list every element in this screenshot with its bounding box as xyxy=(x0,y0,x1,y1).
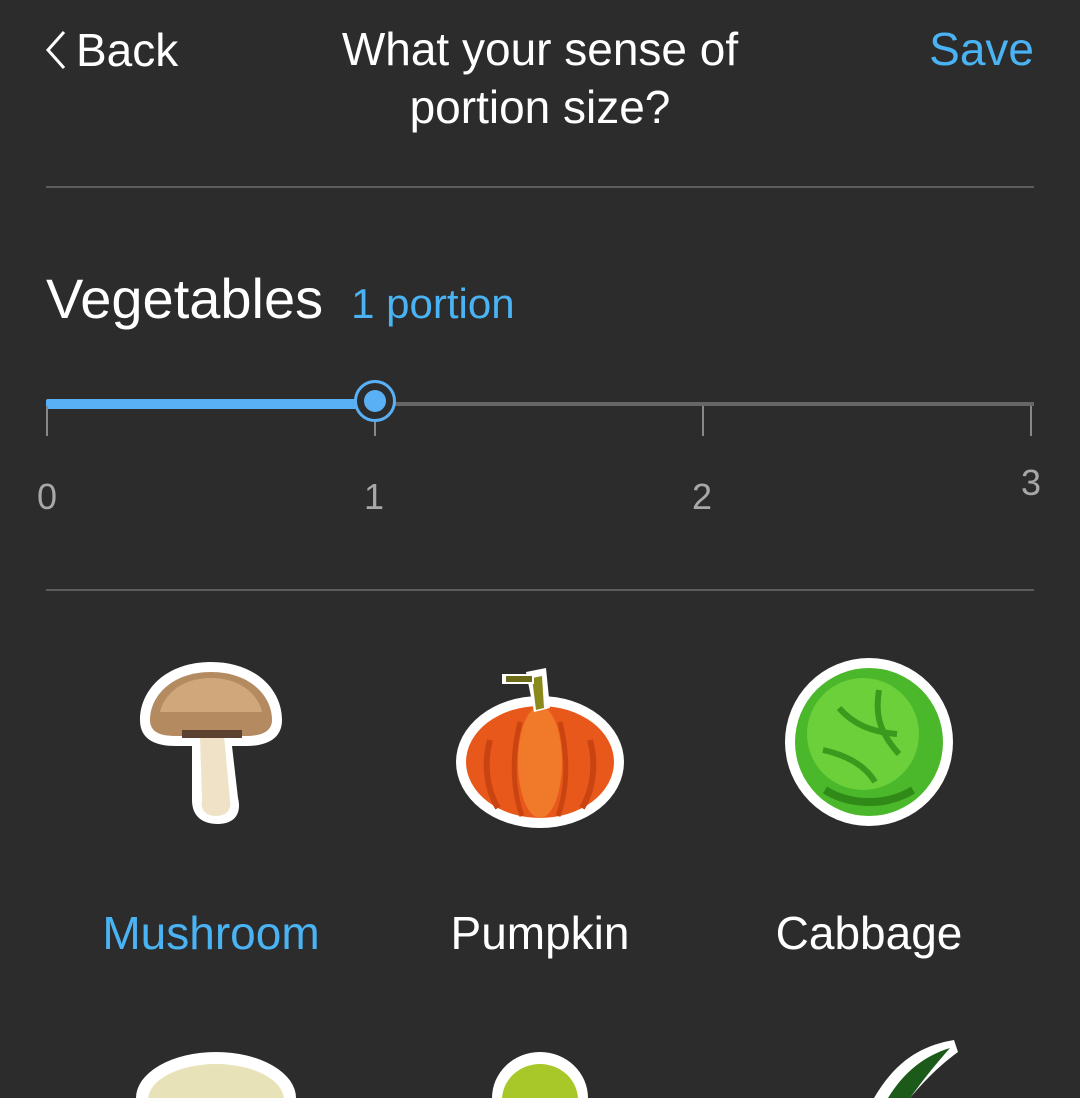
slider-tick-0 xyxy=(46,406,48,436)
vegetable-item-cabbage[interactable]: Cabbage xyxy=(704,650,1034,959)
back-label: Back xyxy=(76,24,179,76)
slider-tick-label-3: 3 xyxy=(1020,462,1042,503)
vegetable-grid: Mushroom Pumpkin Cabbage xyxy=(0,650,1080,1098)
vegetable-item-mushroom[interactable]: Mushroom xyxy=(46,650,376,959)
header-divider xyxy=(46,186,1034,188)
cauliflower-icon xyxy=(136,1052,296,1098)
vegetable-label-mushroom: Mushroom xyxy=(102,907,320,959)
slider-track-fill xyxy=(46,399,376,409)
slider-tick-label-2: 2 xyxy=(691,476,713,517)
mushroom-icon xyxy=(140,662,282,824)
section-divider xyxy=(46,589,1034,591)
slider-tick-2 xyxy=(702,406,704,436)
save-button[interactable]: Save xyxy=(929,22,1034,76)
navigation-bar: Back What your sense of portion size? Sa… xyxy=(0,0,1080,188)
chevron-left-icon xyxy=(45,31,66,69)
slider-tick-3 xyxy=(1030,406,1032,436)
lettuce-icon xyxy=(492,1052,588,1098)
slider-tick-label-0: 0 xyxy=(36,476,58,517)
vegetable-label-pumpkin: Pumpkin xyxy=(450,907,630,959)
vegetable-label-cabbage: Cabbage xyxy=(775,907,963,959)
slider-thumb[interactable] xyxy=(354,380,397,422)
page-title-line-2: portion size? xyxy=(409,81,671,133)
page-title: What your sense of portion size? xyxy=(270,20,810,136)
portion-value: 1 portion xyxy=(351,280,515,327)
cabbage-icon xyxy=(785,658,953,826)
category-header: Vegetables 1 portion xyxy=(46,266,515,331)
vegetable-item-pumpkin[interactable]: Pumpkin xyxy=(375,650,705,959)
pumpkin-icon xyxy=(456,668,624,828)
slider-tick-label-1: 1 xyxy=(363,476,385,517)
back-button[interactable]: Back xyxy=(44,22,178,78)
category-title: Vegetables xyxy=(46,267,324,330)
page-title-line-1: What your sense of xyxy=(341,23,739,75)
cucumber-icon xyxy=(874,1040,958,1098)
